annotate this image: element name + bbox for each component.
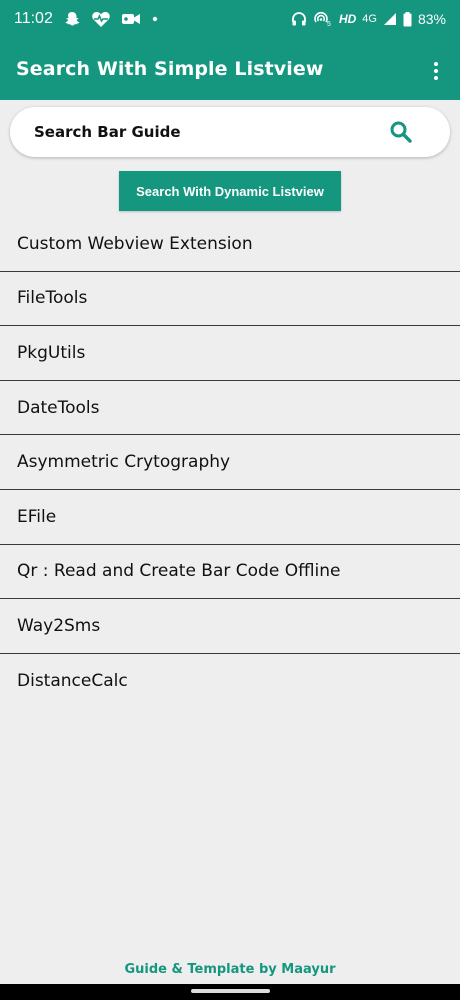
battery-percent: 83% [417,11,446,27]
search-bar-label: Search Bar Guide [34,123,181,141]
status-bar: 11:02 5 HD 4G 83% [0,0,460,38]
list-item[interactable]: Asymmetric Crytography [0,435,460,490]
list-item[interactable]: Way2Sms [0,599,460,654]
list-item[interactable]: FileTools [0,272,460,327]
signal-label: 4G [362,13,377,25]
status-time: 11:02 [14,10,53,27]
search-icon[interactable] [388,119,414,149]
list-item[interactable]: EFile [0,490,460,545]
headphones-icon [291,11,307,27]
list-item[interactable]: Qr : Read and Create Bar Code Offline [0,545,460,600]
dot-icon [151,15,159,23]
extension-list: Custom Webview Extension FileTools PkgUtil… [0,217,460,708]
hotspot-icon: 5 [313,11,333,27]
search-bar[interactable]: Search Bar Guide [10,107,450,157]
heart-pulse-icon [91,10,111,28]
video-camera-icon [121,11,141,27]
signal-icon [383,12,397,26]
overflow-menu-icon[interactable] [424,59,448,83]
navigation-bar [0,984,460,1000]
snapchat-icon [63,10,81,28]
footer-credit: Guide & Template by Maayur [124,962,336,977]
list-item[interactable]: DateTools [0,381,460,436]
home-gesture-handle[interactable] [191,989,270,993]
hd-indicator: HD [338,12,357,26]
list-item[interactable]: DistanceCalc [0,654,460,709]
app-bar: Search With Simple Listview [0,38,460,100]
dynamic-listview-button[interactable]: Search With Dynamic Listview [119,171,341,211]
list-item[interactable]: Custom Webview Extension [0,217,460,272]
app-title: Search With Simple Listview [16,58,324,80]
list-item[interactable]: PkgUtils [0,326,460,381]
battery-icon [403,11,412,27]
svg-text:5: 5 [327,21,331,27]
